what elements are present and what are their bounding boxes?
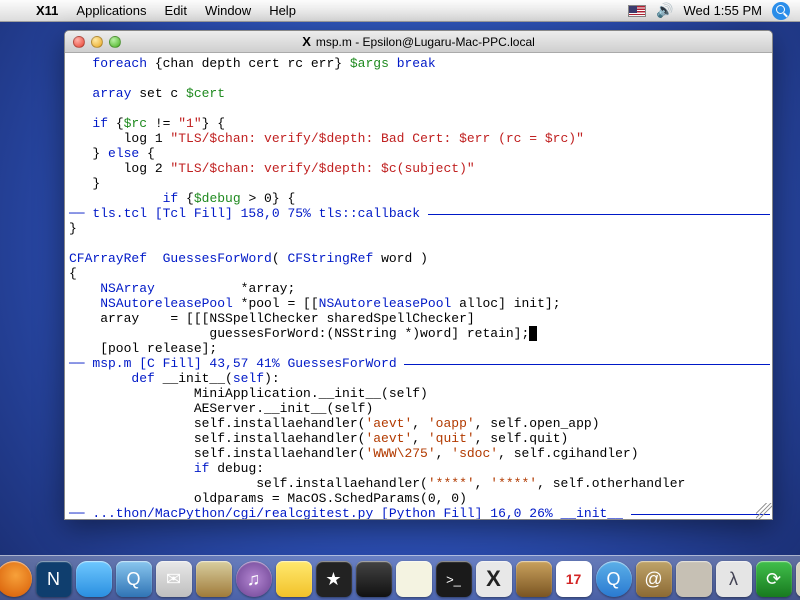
dock-itunes-icon[interactable]: ♫	[236, 561, 272, 597]
window-title: msp.m - Epsilon@Lugaru-Mac-PPC.local	[316, 35, 535, 49]
code-pane[interactable]: def __init__(self): MiniApplication.__in…	[69, 371, 770, 506]
dock-activity-icon[interactable]: ⟳	[756, 561, 792, 597]
menu-help[interactable]: Help	[260, 3, 305, 18]
mac-menubar: X11 Applications Edit Window Help 🔊 Wed …	[0, 0, 800, 22]
text-cursor	[529, 326, 537, 341]
window-close-button[interactable]	[73, 36, 85, 48]
dock-tv-icon[interactable]	[676, 561, 712, 597]
dock-addressbook-icon[interactable]: @	[636, 561, 672, 597]
editor-buffer-area[interactable]: foreach {chan depth cert rc err} $args b…	[65, 53, 772, 519]
dock-imovie-icon[interactable]: ★	[316, 561, 352, 597]
dock-netscape-icon[interactable]: N	[36, 561, 72, 597]
app-menu[interactable]: X11	[27, 3, 67, 18]
dock-terminal-icon[interactable]: >_	[436, 561, 472, 597]
dock-finalcut-icon[interactable]	[356, 561, 392, 597]
code-pane[interactable]: foreach {chan depth cert rc err} $args b…	[69, 56, 770, 206]
window-titlebar[interactable]: X msp.m - Epsilon@Lugaru-Mac-PPC.local	[65, 31, 772, 53]
window-minimize-button[interactable]	[91, 36, 103, 48]
dock-garageband-icon[interactable]	[516, 561, 552, 597]
dock-ical-icon[interactable]: 17	[556, 561, 592, 597]
dock-quicktime-icon[interactable]: Q	[116, 561, 152, 597]
modeline-objc: ── msp.m [C Fill] 43,57 41% GuessesForWo…	[69, 356, 770, 371]
dock-firefox-icon[interactable]	[0, 561, 32, 597]
menubar-clock[interactable]: Wed 1:55 PM	[683, 3, 762, 18]
dock-dev-icon[interactable]: λ	[716, 561, 752, 597]
dock-x11-icon[interactable]: X	[476, 561, 512, 597]
dock-stickies-icon[interactable]	[276, 561, 312, 597]
code-pane[interactable]: } CFArrayRef GuessesForWord( CFStringRef…	[69, 221, 770, 356]
dock-sherlock-icon[interactable]	[196, 561, 232, 597]
dock-quicktimeplayer-icon[interactable]: Q	[596, 561, 632, 597]
x11-icon: X	[302, 34, 311, 49]
dock-ichat-icon[interactable]	[76, 561, 112, 597]
menu-applications[interactable]: Applications	[67, 3, 155, 18]
dock-script-icon[interactable]	[396, 561, 432, 597]
spotlight-icon[interactable]	[772, 2, 790, 20]
volume-icon[interactable]: 🔊	[656, 2, 673, 19]
editor-window: X msp.m - Epsilon@Lugaru-Mac-PPC.local f…	[64, 30, 773, 520]
modeline-tcl: ── tls.tcl [Tcl Fill] 158,0 75% tls::cal…	[69, 206, 770, 221]
modeline-python: ── ...thon/MacPython/cgi/realcgitest.py …	[69, 506, 770, 519]
dock-mail-icon[interactable]: ✉	[156, 561, 192, 597]
dock-shelf: :) ✦ N Q ✉ ♫ ★ >_ X 17 Q @ λ ⟳ @	[0, 555, 800, 600]
menu-edit[interactable]: Edit	[156, 3, 196, 18]
window-resize-handle[interactable]	[756, 503, 772, 519]
window-zoom-button[interactable]	[109, 36, 121, 48]
dock-misc-icon[interactable]	[796, 561, 800, 597]
input-menu-flag-icon[interactable]	[628, 5, 646, 17]
dock: :) ✦ N Q ✉ ♫ ★ >_ X 17 Q @ λ ⟳ @	[0, 542, 800, 600]
menu-window[interactable]: Window	[196, 3, 260, 18]
